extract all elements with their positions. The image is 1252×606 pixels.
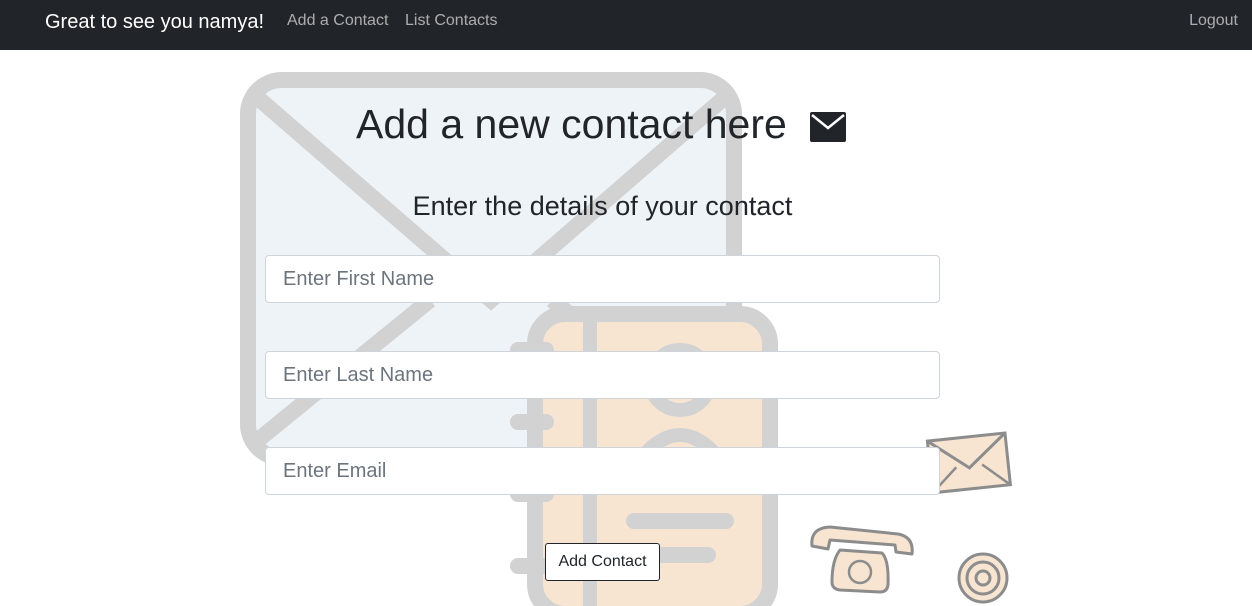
last-name-input[interactable]	[265, 351, 940, 399]
telephone-illustration	[810, 525, 914, 594]
form-subtitle: Enter the details of your contact	[412, 191, 793, 221]
envelope-icon	[810, 112, 846, 142]
nav-link-list-contacts[interactable]: List Contacts	[405, 0, 497, 42]
nav-link-add-contact[interactable]: Add a Contact	[287, 0, 388, 42]
add-contact-button[interactable]: Add Contact	[545, 543, 660, 581]
email-input[interactable]	[265, 447, 940, 495]
background-illustration	[240, 72, 1013, 606]
top-navbar: Great to see you namya! Add a Contact Li…	[0, 0, 1252, 50]
first-name-input[interactable]	[265, 255, 940, 303]
at-sign-illustration	[957, 552, 1009, 604]
navbar-brand-greeting[interactable]: Great to see you namya!	[45, 0, 264, 44]
logout-link[interactable]: Logout	[1189, 0, 1238, 42]
page-title: Add a new contact here	[356, 101, 787, 147]
